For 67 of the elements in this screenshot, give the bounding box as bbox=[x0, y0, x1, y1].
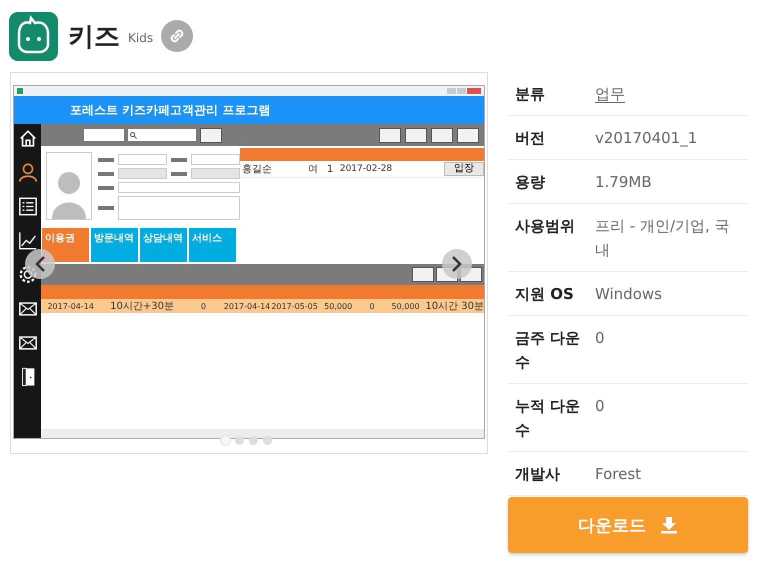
info-value: v20170401_1 bbox=[595, 128, 698, 149]
table-cell-text: 1 bbox=[326, 164, 334, 174]
table-cell-text: 2017-04-14 bbox=[46, 302, 95, 310]
input-field[interactable] bbox=[191, 154, 240, 165]
table-cell-text: 50,000 bbox=[390, 302, 421, 310]
app-title: 키즈 bbox=[68, 20, 120, 54]
info-label: 사용범위 bbox=[515, 216, 576, 237]
category-link[interactable]: 업무 bbox=[595, 82, 735, 106]
toolbar-button[interactable] bbox=[405, 128, 427, 142]
search-icon bbox=[130, 132, 137, 138]
info-label: 금주 다운수 bbox=[515, 328, 582, 373]
info-value: 프리 - 개인/기업, 국내 bbox=[595, 216, 731, 261]
menu-tile[interactable]: 상담내역 bbox=[140, 228, 187, 262]
window-controls-icon bbox=[447, 88, 481, 94]
table-cell-text: 2017-02-28 bbox=[338, 164, 394, 174]
program-title: 포레스트 키즈카페고객관리 프로그램 bbox=[70, 102, 270, 118]
table-cell-text: 10시간+30분 bbox=[109, 300, 175, 313]
chevron-right-icon bbox=[451, 255, 463, 273]
info-value: 1.79MB bbox=[595, 172, 653, 193]
app-logo-icon bbox=[9, 12, 58, 60]
toolbar-button[interactable] bbox=[379, 128, 401, 142]
menu-tile[interactable]: 이용권 bbox=[42, 228, 89, 262]
info-label: 개발사 bbox=[515, 464, 561, 485]
info-value: Windows bbox=[595, 284, 663, 305]
download-button[interactable]: 다운로드 bbox=[508, 497, 748, 553]
table-cell-text: 50,000 bbox=[323, 302, 354, 310]
app-subtitle: Kids bbox=[128, 31, 154, 45]
input-field[interactable] bbox=[118, 182, 240, 193]
menu-tile[interactable]: 방문내역 bbox=[91, 228, 138, 262]
gear-icon[interactable] bbox=[18, 264, 38, 285]
table-cell-text: 0 bbox=[200, 302, 207, 310]
chevron-left-icon bbox=[34, 255, 46, 273]
toolbar-button[interactable] bbox=[457, 128, 479, 142]
home-icon[interactable] bbox=[18, 128, 38, 149]
info-value: Forest bbox=[595, 464, 642, 485]
search-button[interactable] bbox=[200, 128, 222, 142]
download-icon bbox=[660, 516, 678, 534]
window-icon bbox=[17, 88, 23, 94]
info-label: 버전 bbox=[515, 128, 546, 149]
toolbar-button[interactable] bbox=[412, 267, 434, 282]
memo-field[interactable] bbox=[118, 196, 240, 220]
person-icon[interactable] bbox=[18, 162, 38, 183]
slide-dot[interactable] bbox=[249, 436, 258, 445]
input-field[interactable] bbox=[118, 168, 167, 179]
table-cell-text: 홍길순 bbox=[241, 163, 273, 176]
menu-tile[interactable]: 서비스 bbox=[189, 228, 236, 262]
info-label: 분류 bbox=[515, 84, 546, 105]
search-field[interactable] bbox=[128, 129, 196, 141]
chart-icon[interactable] bbox=[18, 230, 38, 251]
table-cell-text: 여 bbox=[307, 163, 319, 176]
table-cell-text: 0 bbox=[368, 302, 376, 310]
info-label: 용량 bbox=[515, 172, 546, 193]
slide-dot[interactable] bbox=[263, 436, 272, 445]
info-value: 0 bbox=[595, 396, 606, 417]
slide-dot[interactable] bbox=[235, 436, 244, 445]
input-field[interactable] bbox=[191, 168, 240, 179]
table-cell: 2017-05-05 bbox=[270, 302, 318, 310]
list-icon[interactable] bbox=[18, 196, 38, 217]
info-label: 누적 다운수 bbox=[515, 396, 582, 441]
input-field[interactable] bbox=[118, 154, 167, 165]
slide-dot[interactable] bbox=[221, 436, 230, 445]
info-value: 0 bbox=[595, 328, 606, 349]
toolbar-button[interactable] bbox=[431, 128, 453, 142]
info-label: 지원 OS bbox=[515, 284, 575, 305]
enter-button[interactable]: 입장 bbox=[444, 162, 484, 176]
table-cell: 2017-04-14 bbox=[223, 302, 271, 310]
table-cell-text: 10시간 30분 bbox=[425, 300, 484, 313]
